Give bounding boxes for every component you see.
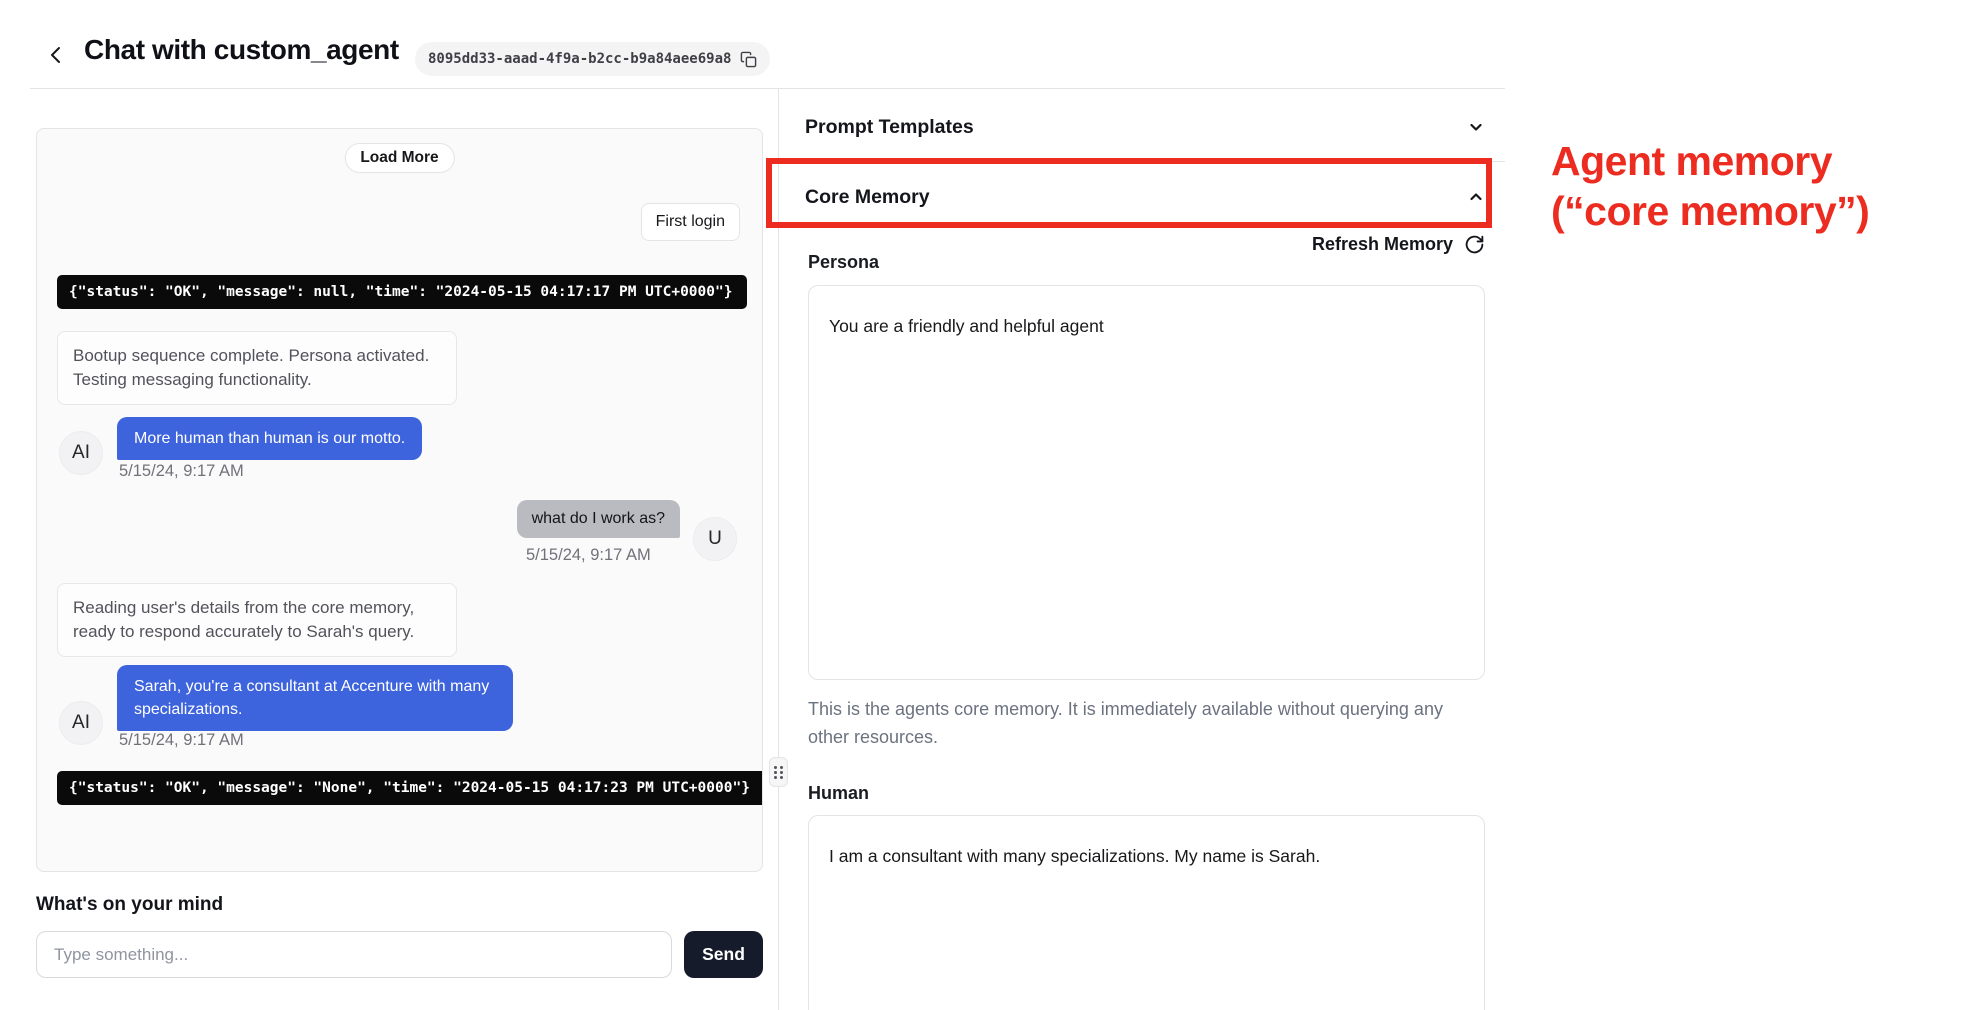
first-login-badge: First login [641,203,740,241]
header-divider [30,88,1505,89]
annotation-line-1: Agent memory [1551,136,1981,186]
persona-label: Persona [808,252,879,273]
refresh-icon [1464,234,1485,255]
status-message: {"status": "OK", "message": null, "time"… [57,275,747,309]
refresh-memory-button[interactable]: Refresh Memory [805,234,1485,255]
status-message: {"status": "OK", "message": "None", "tim… [57,771,763,805]
message-timestamp: 5/15/24, 9:17 AM [119,731,244,750]
app-window: Chat with custom_agent 8095dd33-aaad-4f9… [0,0,1986,1010]
ai-message-bubble: More human than human is our motto. [117,417,422,460]
avatar-user: U [693,517,737,561]
copy-agent-id-button[interactable] [740,51,757,68]
prompt-templates-section-header[interactable]: Prompt Templates [805,105,1485,149]
system-message: Reading user's details from the core mem… [57,583,457,657]
core-memory-section-header[interactable]: Core Memory [805,175,1485,219]
annotation-line-2: (“core memory”) [1551,186,1981,236]
panel-resize-handle[interactable] [769,757,788,787]
ai-message-bubble: Sarah, you're a consultant at Accenture … [117,665,513,731]
message-timestamp: 5/15/24, 9:17 AM [526,546,651,565]
agent-id-value: 8095dd33-aaad-4f9a-b2cc-b9a84aee69a8 [428,51,731,67]
human-label: Human [808,783,869,804]
load-more-button[interactable]: Load More [344,143,454,173]
section-divider [782,161,1505,162]
human-textarea[interactable]: I am a consultant with many specializati… [808,815,1485,1010]
avatar-ai: AI [59,431,103,475]
user-message-bubble: what do I work as? [517,500,680,538]
chat-history-panel: Load More First login {"status": "OK", "… [36,128,763,872]
system-message: Bootup sequence complete. Persona activa… [57,331,457,405]
chevron-down-icon [1467,118,1485,136]
avatar-label: AI [72,712,90,734]
send-button[interactable]: Send [684,931,763,978]
avatar-ai: AI [59,701,103,745]
message-timestamp: 5/15/24, 9:17 AM [119,462,244,481]
annotation-text: Agent memory (“core memory”) [1551,136,1981,236]
avatar-label: U [708,528,722,550]
panel-divider [778,89,779,1010]
composer-heading: What's on your mind [36,894,223,916]
chevron-up-icon [1467,188,1485,206]
page-title: Chat with custom_agent [84,34,399,66]
message-input[interactable] [36,931,672,978]
chevron-left-icon [46,44,68,66]
copy-icon [740,51,757,68]
section-title: Prompt Templates [805,116,974,139]
refresh-memory-label: Refresh Memory [1312,234,1453,255]
avatar-label: AI [72,442,90,464]
back-button[interactable] [38,36,76,74]
agent-id-badge: 8095dd33-aaad-4f9a-b2cc-b9a84aee69a8 [415,42,770,76]
persona-textarea[interactable]: You are a friendly and helpful agent [808,285,1485,680]
section-title: Core Memory [805,186,930,209]
core-memory-description: This is the agents core memory. It is im… [808,696,1456,752]
